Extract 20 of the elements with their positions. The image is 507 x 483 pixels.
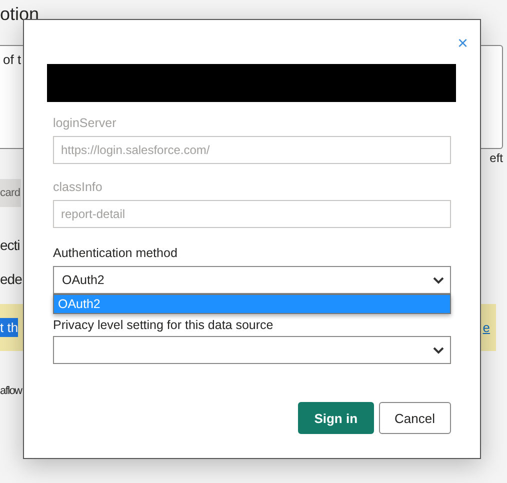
banner-link[interactable]: e — [482, 320, 490, 335]
page-heading: otion — [0, 4, 40, 26]
cancel-button[interactable]: Cancel — [378, 402, 451, 434]
close-button[interactable]: × — [457, 34, 468, 52]
section-title: ecti — [0, 237, 20, 253]
field-label: loginServer — [53, 116, 118, 130]
chevron-icon — [433, 346, 444, 354]
selected-text: t th — [0, 318, 18, 337]
dropdown-option[interactable]: OAuth2 — [54, 295, 450, 313]
chevron-icon — [433, 276, 444, 284]
auth-method-select[interactable]: OAuth2 — [53, 266, 451, 294]
card-chip[interactable]: card — [0, 179, 22, 207]
field-label: Authentication method — [53, 246, 178, 260]
side-text: eft — [490, 151, 503, 165]
subsection-title: ede — [0, 271, 22, 287]
sign-in-button[interactable]: Sign in — [298, 402, 374, 434]
footer-text: aflow — [0, 385, 22, 397]
field-label: Privacy level setting for this data source — [53, 318, 274, 332]
field-label: classInfo — [53, 180, 104, 194]
privacy-level-select[interactable] — [53, 336, 451, 364]
